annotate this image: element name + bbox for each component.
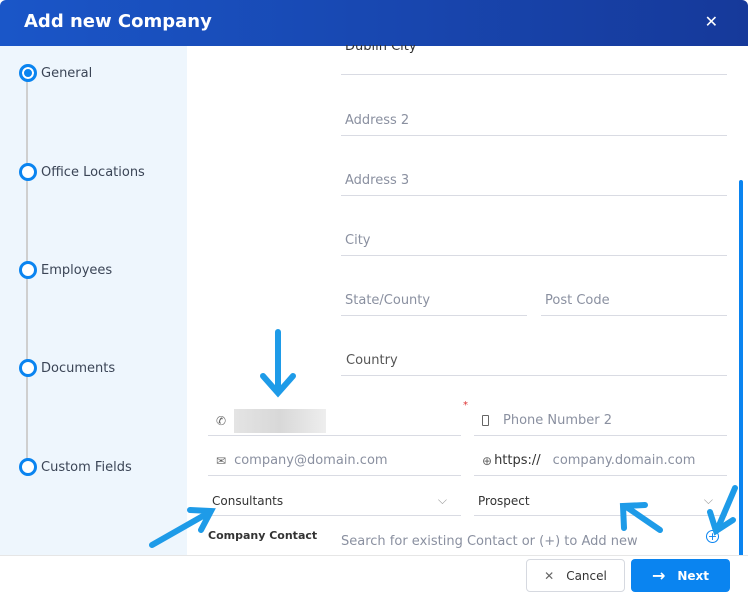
scrollbar[interactable] (739, 180, 743, 558)
step-icon (19, 163, 37, 181)
company-contact-label: Company Contact (208, 529, 318, 542)
address1-value: Dublin City (345, 45, 417, 54)
phone-icon: ✆ (216, 413, 227, 428)
contact-search-input[interactable]: Search for existing Contact or (+) to Ad… (341, 528, 700, 556)
step-office-locations[interactable]: Office Locations (19, 163, 145, 181)
city-input[interactable]: City (341, 226, 727, 256)
country-select[interactable]: Country (341, 346, 727, 376)
consultants-select[interactable]: Consultants ⌵ (208, 486, 461, 516)
selected-value: Consultants (212, 493, 284, 508)
cancel-label: Cancel (566, 568, 607, 583)
placeholder: Phone Number 2 (503, 413, 613, 428)
placeholder: Post Code (545, 293, 610, 308)
dialog-header: Add new Company ✕ (0, 0, 748, 46)
placeholder: City (345, 233, 371, 248)
website-prefix: https:// (494, 453, 541, 468)
arrow-right-icon: → (651, 566, 666, 585)
mobile-icon (482, 415, 489, 426)
status-select[interactable]: Prospect ⌵ (474, 486, 727, 516)
dialog-title: Add new Company (24, 11, 212, 32)
placeholder: State/County (345, 293, 431, 308)
placeholder: Address 2 (345, 113, 410, 128)
address2-input[interactable]: Address 2 (341, 106, 727, 136)
close-icon[interactable]: ✕ (705, 12, 718, 31)
placeholder: Search for existing Contact or (+) to Ad… (341, 534, 638, 549)
address3-input[interactable]: Address 3 (341, 166, 727, 196)
mail-icon: ✉ (216, 453, 227, 468)
next-button[interactable]: → Next (631, 559, 730, 592)
step-label: Custom Fields (41, 459, 132, 475)
address1-input[interactable]: Dublin City (341, 45, 727, 75)
website-input[interactable]: ⊕ https:// company.domain.com (474, 446, 727, 476)
step-label: General (41, 65, 93, 81)
step-documents[interactable]: Documents (19, 359, 115, 377)
redacted-phone-value (234, 408, 327, 433)
placeholder: company@domain.com (234, 453, 388, 468)
globe-icon: ⊕ (482, 453, 493, 468)
placeholder: Address 3 (345, 173, 410, 188)
step-icon (19, 359, 37, 377)
steps-sidebar: General Office Locations Employees Docum… (0, 46, 187, 555)
phone2-input[interactable]: Phone Number 2 (474, 406, 727, 436)
step-employees[interactable]: Employees (19, 261, 112, 279)
email-input[interactable]: ✉ company@domain.com (208, 446, 461, 476)
required-mark: * (463, 400, 468, 411)
phone-input[interactable]: ✆ (208, 406, 461, 436)
step-custom-fields[interactable]: Custom Fields (19, 458, 132, 476)
annotation-arrow-icon (260, 329, 296, 398)
close-icon: ✕ (544, 568, 555, 583)
placeholder: company.domain.com (552, 453, 696, 468)
step-icon (19, 261, 37, 279)
step-label: Employees (41, 262, 113, 278)
chevron-down-icon: ⌵ (703, 493, 713, 507)
next-label: Next (677, 568, 710, 583)
step-icon (19, 458, 37, 476)
postcode-input[interactable]: Post Code (541, 286, 727, 316)
selected-value: Prospect (478, 493, 530, 508)
step-label: Office Locations (41, 164, 145, 180)
state-input[interactable]: State/County (341, 286, 527, 316)
placeholder: Country (346, 353, 398, 368)
cancel-button[interactable]: ✕ Cancel (526, 559, 625, 592)
add-contact-icon[interactable]: + (706, 530, 719, 543)
step-general[interactable]: General (19, 64, 92, 82)
step-active-icon (19, 64, 37, 82)
step-label: Documents (41, 360, 116, 376)
chevron-down-icon: ⌵ (437, 493, 447, 507)
